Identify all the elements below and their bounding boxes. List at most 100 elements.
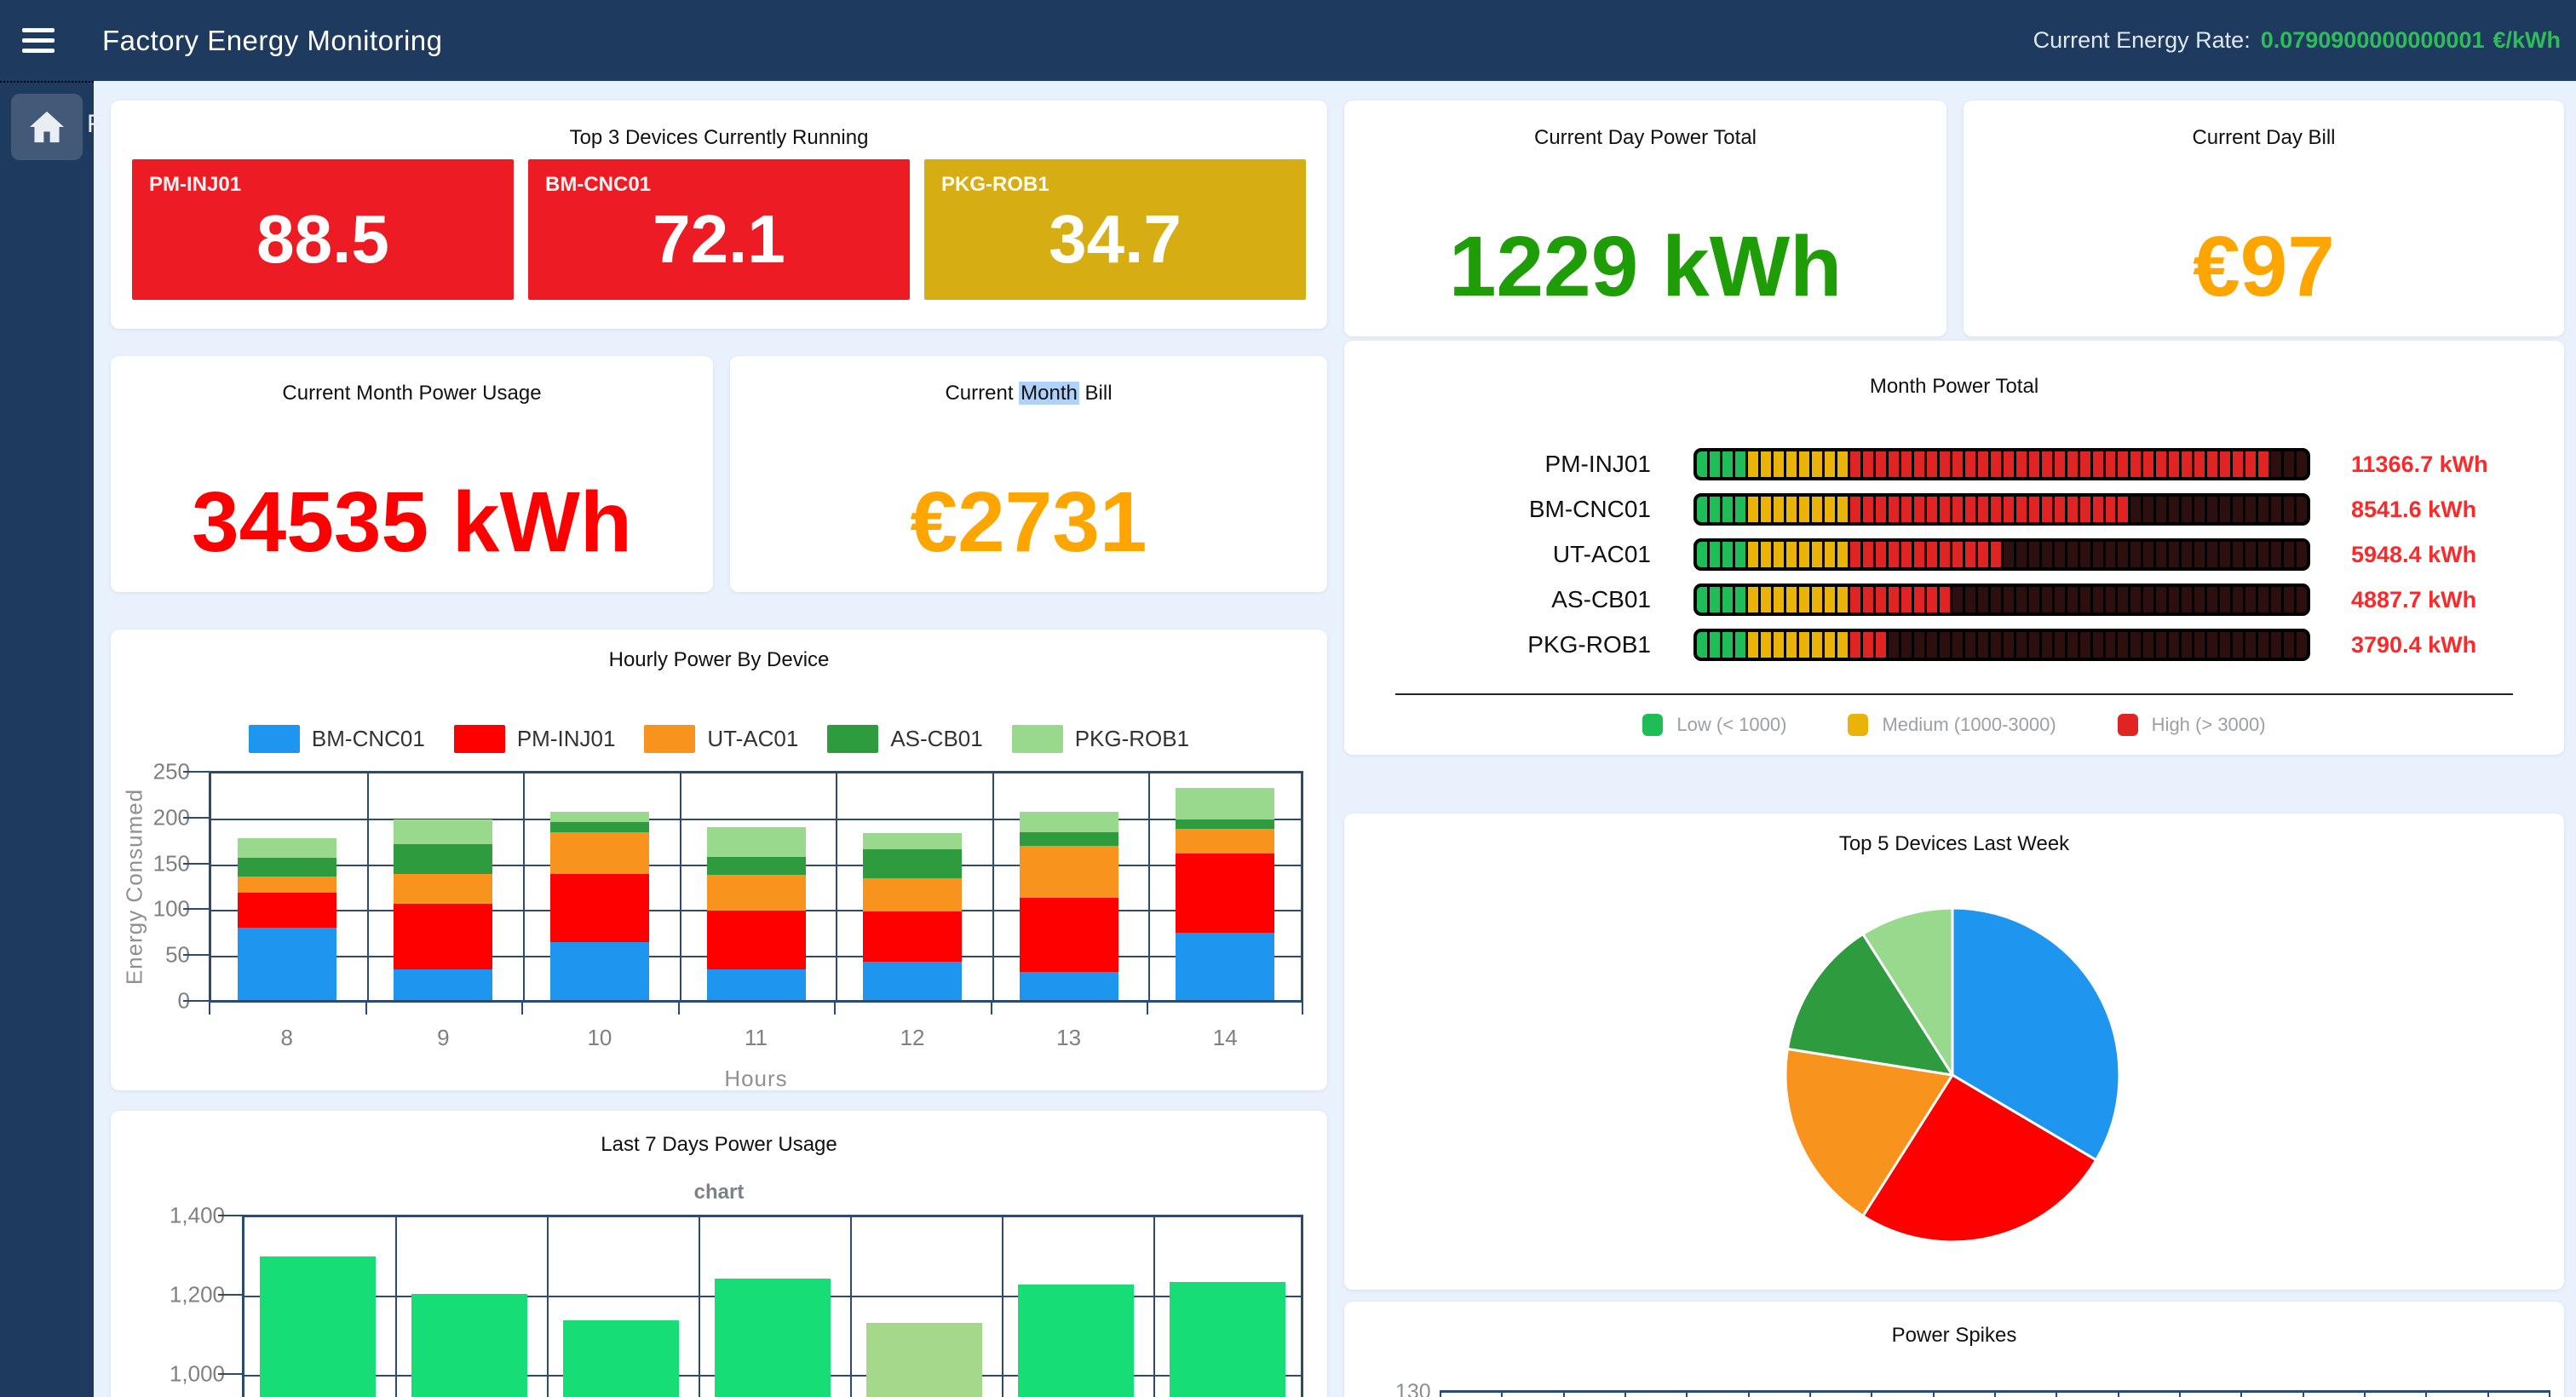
led-segment: [1735, 587, 1745, 612]
led-segment: [2016, 632, 2027, 658]
legend-item: Medium (1000-3000): [1848, 714, 2056, 736]
led-segment: [2194, 497, 2205, 522]
led-segment: [1991, 451, 2001, 477]
last7-chart: 1,4001,2001,000: [111, 1111, 1327, 1397]
led-segment: [2055, 542, 2065, 567]
led-segment: [2055, 632, 2065, 658]
y-tick-mark: [183, 908, 209, 910]
led-segment: [2106, 542, 2116, 567]
led-segment: [1978, 451, 1988, 477]
led-segment: [1889, 587, 1899, 612]
led-bar: [1693, 584, 2310, 616]
led-row: BM-CNC018541.6 kWh: [1370, 493, 2539, 526]
stacked-bar-segment: [550, 832, 649, 874]
led-segment: [2271, 542, 2281, 567]
led-segment: [2093, 497, 2103, 522]
x-tick-mark: [991, 1003, 992, 1015]
device-tile-value: 34.7: [924, 200, 1306, 279]
led-segment: [2233, 587, 2243, 612]
led-segment: [1901, 451, 1912, 477]
dashboard-page: Factory Energy Monitoring Current Energy…: [0, 0, 2576, 1397]
led-row: UT-AC015948.4 kWh: [1370, 538, 2539, 571]
day-usage-bar: [866, 1323, 982, 1397]
led-segment: [2130, 632, 2141, 658]
day-usage-bar: [411, 1294, 527, 1397]
led-segment: [1697, 587, 1707, 612]
spikes-x-tick: [1994, 1390, 1996, 1397]
day-usage-bar: [563, 1320, 679, 1397]
led-segment: [1786, 451, 1797, 477]
device-label: PM-INJ01: [1370, 451, 1651, 478]
led-segment: [1914, 451, 1924, 477]
led-segment: [1914, 632, 1924, 658]
led-segment: [1799, 587, 1809, 612]
led-segment: [2143, 451, 2153, 477]
led-segment: [2106, 632, 2116, 658]
led-segment: [2067, 497, 2078, 522]
gridline-v: [367, 773, 369, 1000]
energy-rate-value: 0.0790900000000001: [2261, 27, 2485, 54]
led-segment: [2080, 451, 2090, 477]
led-segment: [2055, 587, 2065, 612]
led-segment: [1812, 587, 1822, 612]
led-segment: [1927, 632, 1937, 658]
day-usage-bar: [260, 1256, 376, 1397]
stacked-bar-segment: [394, 844, 492, 874]
led-segment: [1825, 497, 1835, 522]
y-tick-mark: [183, 954, 209, 956]
energy-rate-label: Current Energy Rate:: [2033, 27, 2251, 54]
stacked-bar-segment: [1176, 829, 1274, 854]
led-segment: [2258, 542, 2268, 567]
sidebar-home-button[interactable]: [11, 94, 83, 160]
led-segment: [2182, 587, 2192, 612]
led-segment: [2297, 497, 2307, 522]
led-segment: [1748, 542, 1758, 567]
led-segment: [2067, 587, 2078, 612]
spikes-x-tick: [2118, 1390, 2119, 1397]
led-segment: [1850, 632, 1860, 658]
gridline-v: [992, 773, 994, 1000]
spikes-x-tick: [1624, 1390, 1626, 1397]
gridline-v: [1153, 1217, 1155, 1397]
y-tick-mark: [218, 1294, 242, 1296]
hamburger-menu-icon[interactable]: [22, 24, 61, 58]
led-segment: [1774, 542, 1784, 567]
led-segment: [1991, 587, 2001, 612]
led-segment: [2245, 542, 2256, 567]
led-segment: [1850, 451, 1860, 477]
stacked-bar-segment: [707, 911, 806, 969]
y-tick-label: 250: [111, 759, 190, 785]
led-segment: [2169, 587, 2179, 612]
led-segment: [2207, 451, 2217, 477]
led-segment: [2016, 587, 2027, 612]
led-segment: [2143, 587, 2153, 612]
led-segment: [1837, 451, 1848, 477]
x-tick-mark: [365, 1003, 367, 1015]
stacked-bar-segment: [707, 827, 806, 857]
led-segment: [1991, 497, 2001, 522]
gridline-v: [836, 773, 837, 1000]
gridline-v: [395, 1217, 397, 1397]
led-segment: [1991, 542, 2001, 567]
spikes-x-tick: [1563, 1390, 1565, 1397]
led-segment: [1850, 542, 1860, 567]
led-segment: [2194, 542, 2205, 567]
led-segment: [1735, 451, 1745, 477]
card-hourly-power: Hourly Power By Device BM-CNC01PM-INJ01U…: [111, 630, 1327, 1090]
day-bill-value: €97: [1964, 218, 2564, 316]
spikes-x-tick: [2425, 1390, 2427, 1397]
led-segment: [1837, 587, 1848, 612]
spikes-x-tick: [2303, 1390, 2304, 1397]
spikes-x-tick: [1933, 1390, 1935, 1397]
led-segment: [1940, 497, 1950, 522]
led-segment: [1722, 587, 1733, 612]
x-tick-mark: [1302, 1003, 1303, 1015]
led-segment: [2182, 542, 2192, 567]
led-segment: [1876, 451, 1886, 477]
device-tile-value: 88.5: [132, 200, 514, 279]
led-segment: [2182, 451, 2192, 477]
led-segment: [2080, 542, 2090, 567]
device-kwh-value: 4887.7 kWh: [2351, 587, 2476, 613]
led-segment: [1786, 497, 1797, 522]
stacked-bar-segment: [1020, 832, 1118, 846]
